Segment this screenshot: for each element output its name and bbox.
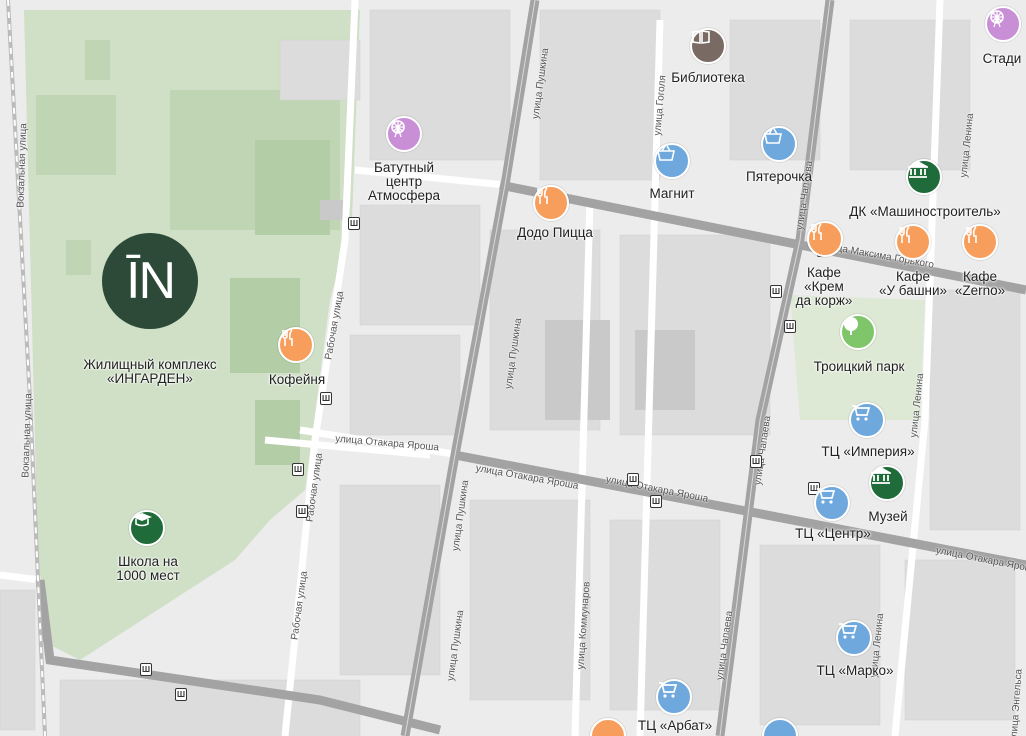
bus-stop-icon[interactable]: Ш	[770, 285, 782, 298]
bus-stop-icon[interactable]: Ш	[292, 463, 304, 476]
bus-stop-icon[interactable]: Ш	[320, 392, 332, 405]
poi-stadium[interactable]	[985, 6, 1021, 42]
poi-marko-label: ТЦ «Марко»	[816, 663, 894, 678]
poi-magnit-label: Магнит	[649, 186, 695, 201]
poi-arbat[interactable]	[656, 679, 692, 715]
poi-library-label: Библиотека	[671, 70, 745, 85]
bus-stop-icon[interactable]: Ш	[784, 320, 796, 333]
bus-stop-icon[interactable]: Ш	[140, 663, 152, 676]
poi-pyaterochka[interactable]	[761, 126, 797, 162]
bus-stop-icon[interactable]: Ш	[348, 217, 360, 230]
poi-zerno-label: Кафе «Zerno»	[954, 269, 1006, 298]
poi-troitsky-label: Троицкий парк	[813, 359, 905, 374]
poi-krem[interactable]	[807, 221, 843, 257]
poi-arbat-label: ТЦ «Арбат»	[637, 718, 713, 733]
poi-ubashni-label: Кафе «У башни»	[878, 269, 948, 298]
poi-pyaterochka-label: Пятерочка	[745, 169, 813, 184]
poi-kofeynya-label: Кофейня	[268, 372, 326, 387]
map-canvas[interactable]: улица Пушкина улица Пушкина улица Пушкин…	[0, 0, 1026, 736]
bus-stop-icon[interactable]: Ш	[627, 473, 639, 486]
poi-marko[interactable]	[836, 620, 872, 656]
bus-stop-icon[interactable]: Ш	[296, 505, 308, 518]
bus-stop-icon[interactable]: Ш	[175, 688, 187, 701]
poi-imperiya[interactable]	[849, 402, 885, 438]
poi-magnit[interactable]	[654, 143, 690, 179]
poi-krem-label: Кафе «Крем да корж»	[795, 265, 853, 308]
poi-library[interactable]	[690, 28, 726, 64]
poi-dodo[interactable]	[533, 185, 569, 221]
ingarden-logo[interactable]: ĪN	[102, 233, 198, 329]
complex-label[interactable]: Жилищный комплекс «ИНГАРДЕН»	[83, 358, 216, 386]
poi-school-label: Школа на 1000 мест	[116, 554, 180, 583]
poi-ubashni[interactable]	[895, 224, 931, 260]
poi-dk-label: ДК «Машиностроитель»	[849, 204, 1001, 219]
poi-kofeynya[interactable]	[278, 327, 314, 363]
poi-troitsky[interactable]	[840, 314, 876, 350]
poi-stadium-label: Стади	[982, 51, 1022, 66]
poi-batut-label: Батутный центр Атмосфера	[367, 160, 441, 203]
poi-imperiya-label: ТЦ «Империя»	[821, 444, 915, 459]
poi-dodo-label: Додо Пицца	[517, 225, 593, 240]
bus-stop-icon[interactable]: Ш	[750, 455, 762, 468]
poi-zerno[interactable]	[962, 224, 998, 260]
poi-batut[interactable]	[386, 116, 422, 152]
poi-muzey[interactable]	[869, 465, 905, 501]
bus-stop-icon[interactable]: Ш	[650, 495, 662, 508]
poi-muzey-label: Музей	[868, 509, 908, 524]
poi-dk[interactable]	[906, 159, 942, 195]
poi-tsentr-label: ТЦ «Центр»	[795, 526, 871, 541]
poi-school[interactable]	[129, 510, 165, 546]
poi-tsentr[interactable]	[814, 485, 850, 521]
